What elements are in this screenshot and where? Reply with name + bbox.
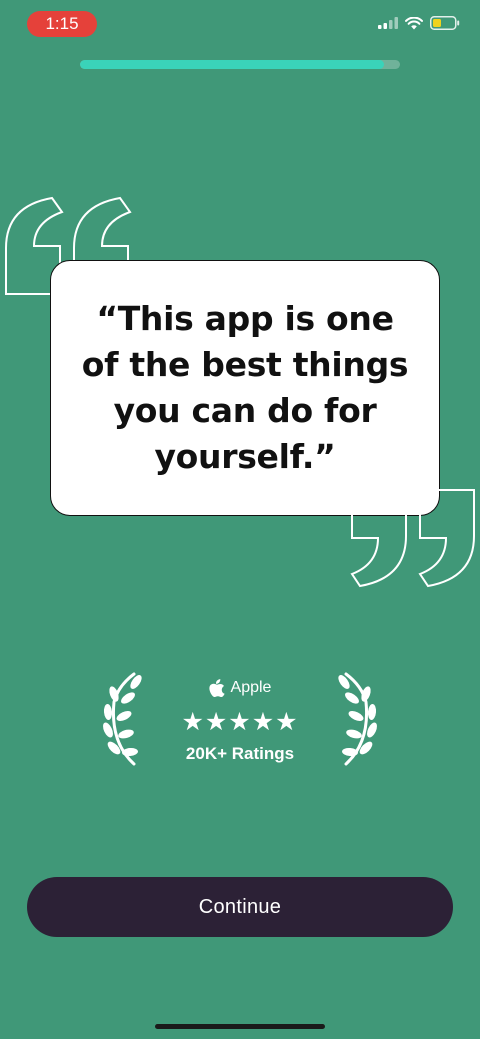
progress-fill <box>80 60 384 69</box>
onboarding-screen: 1:15 “This app is one of the best things… <box>0 0 480 1039</box>
star-rating: ★★★★★ <box>160 707 320 737</box>
cellular-signal-icon <box>378 17 398 29</box>
star-icon: ★ <box>251 708 276 736</box>
wifi-icon <box>405 16 423 29</box>
ratings-count: 20K+ Ratings <box>185 744 295 763</box>
brand-label: Apple <box>230 679 272 696</box>
star-icon: ★ <box>181 708 205 736</box>
quote-card: “This app is one of the best things you … <box>50 260 440 516</box>
ratings-badge: Apple ★★★★★ 20K+ Ratings <box>160 676 320 765</box>
testimonial-quote: “This app is one of the best things you … <box>81 299 409 476</box>
laurel-right-icon <box>338 672 377 766</box>
apple-icon <box>208 679 225 697</box>
onboarding-progress-bar <box>80 60 400 69</box>
status-time: 1:15 <box>27 11 97 37</box>
status-icons <box>378 16 460 30</box>
laurel-left-icon <box>103 672 142 766</box>
brand-row: Apple <box>160 676 320 700</box>
star-icon: ★ <box>228 708 252 736</box>
continue-button[interactable]: Continue <box>27 877 453 937</box>
star-icon: ★ <box>204 708 229 736</box>
battery-icon <box>430 16 460 30</box>
close-quote-icon <box>350 489 475 588</box>
home-indicator[interactable] <box>155 1024 325 1029</box>
star-icon: ★ <box>275 708 299 736</box>
